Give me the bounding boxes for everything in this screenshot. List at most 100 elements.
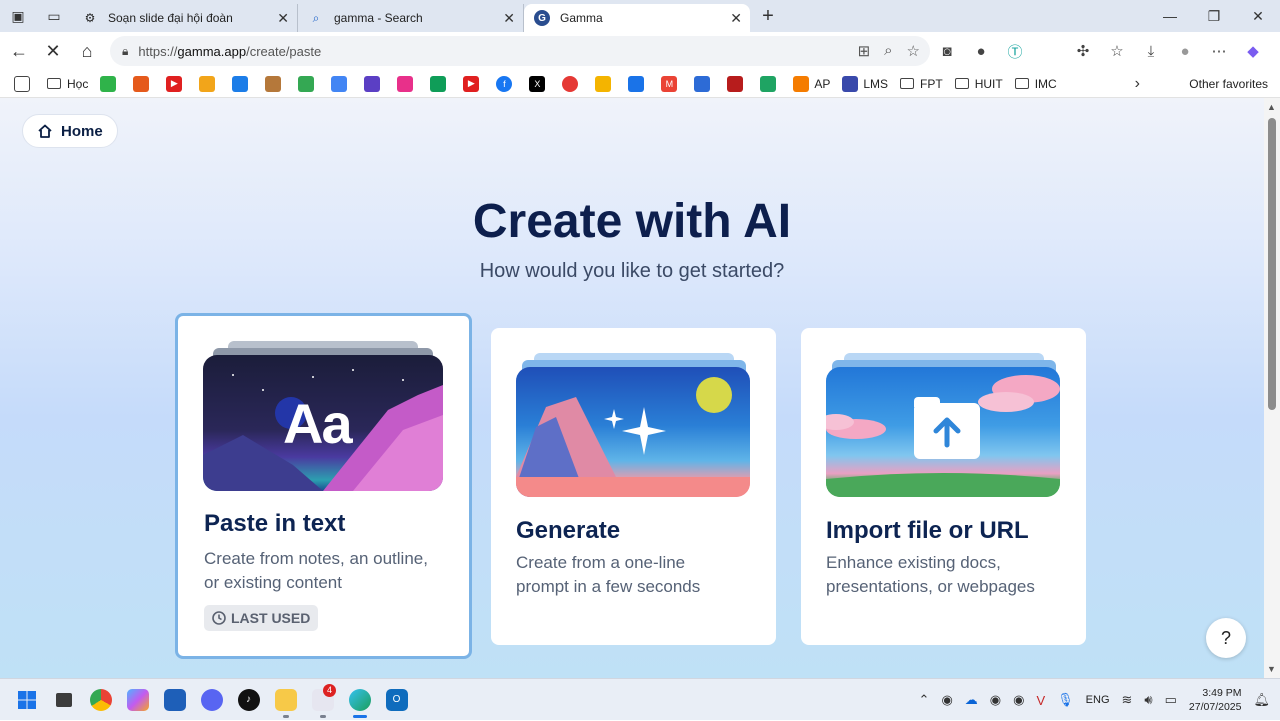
bookmark-youtube-2[interactable]: ▶ [463, 75, 484, 92]
bookmark-lms[interactable]: LMS [842, 75, 888, 92]
url-prefix: https:// [138, 43, 178, 59]
microphone-icon[interactable]: 🎙︎ [1057, 692, 1074, 708]
start-button[interactable] [8, 682, 45, 718]
bookmark-4[interactable] [265, 75, 286, 92]
back-icon[interactable]: ← [2, 34, 36, 68]
taskbar-zalo[interactable]: 4 [304, 682, 341, 718]
tab-label: gamma - Search [334, 11, 423, 25]
site-icon [694, 75, 711, 92]
help-button[interactable]: ? [1206, 618, 1246, 658]
app-available-icon[interactable]: ⊞ [858, 42, 871, 60]
taskbar-outlook[interactable]: O [378, 682, 415, 718]
bookmark-9[interactable] [595, 75, 616, 92]
chevron-up-icon[interactable]: ⌃ [919, 692, 930, 708]
card-generate[interactable]: Generate Create from a one-line prompt i… [491, 328, 776, 645]
more-icon[interactable]: ⋯ [1202, 42, 1236, 60]
bookmark-translate[interactable] [331, 75, 352, 92]
restore-icon[interactable]: ❐ [1192, 0, 1236, 32]
battery-icon[interactable]: ▭ [1165, 692, 1177, 708]
bookmark-imc[interactable]: IMC [1014, 77, 1057, 91]
bookmark-8[interactable] [562, 75, 583, 92]
tray-v-icon[interactable]: V [1036, 693, 1045, 708]
taskbar-edge[interactable] [341, 682, 378, 718]
bookmark-maps[interactable] [298, 75, 319, 92]
scrollbar-thumb[interactable] [1268, 118, 1276, 410]
tray-app-icon[interactable]: ◉ [990, 692, 1001, 708]
bookmark-huit[interactable]: HUIT [954, 77, 1003, 91]
facebook-icon: f [496, 75, 513, 92]
bookmark-facebook[interactable]: f [496, 75, 517, 92]
card-import-file[interactable]: Import file or URL Enhance existing docs… [801, 328, 1086, 645]
notifications-icon[interactable]: 🔔︎ [1253, 692, 1270, 708]
favorite-star-icon[interactable]: ☆ [907, 42, 920, 60]
close-window-icon[interactable]: ✕ [1236, 0, 1280, 32]
bookmark-3[interactable] [199, 75, 220, 92]
screenshot-icon[interactable]: ◙ [930, 43, 964, 60]
bookmark-x[interactable]: X [529, 75, 550, 92]
bookmark-hoc[interactable]: Học [47, 77, 88, 91]
wifi-icon[interactable]: ≋ [1122, 692, 1133, 708]
stop-icon[interactable]: ✕ [36, 34, 70, 68]
taskbar-explorer[interactable] [267, 682, 304, 718]
bookmark-calendar[interactable] [628, 75, 649, 92]
onedrive-icon[interactable]: ☁ [965, 692, 978, 708]
taskbar-store[interactable] [156, 682, 193, 718]
bookmark-youtube[interactable]: ▶ [166, 75, 187, 92]
bookmark-11[interactable] [727, 75, 748, 92]
tray-app-icon[interactable]: ◉ [1013, 692, 1024, 708]
card-paste-in-text[interactable]: Aa Paste in text Create from notes, an o… [175, 313, 472, 659]
taskbar-discord[interactable] [193, 682, 230, 718]
tab-gamma[interactable]: G Gamma ✕ [524, 4, 750, 32]
bookmark-1[interactable] [100, 75, 121, 92]
new-tab-button[interactable]: + [750, 5, 786, 28]
bookmark-fpt[interactable]: FPT [900, 77, 943, 91]
volume-icon[interactable]: 🔊︎ [1144, 692, 1152, 708]
scroll-down-icon[interactable]: ▼ [1267, 664, 1276, 674]
chatgpt-icon: ⚙ [84, 11, 96, 25]
card-title: Paste in text [204, 510, 346, 537]
bookmark-reading-list[interactable] [14, 75, 35, 92]
bookmark-drive[interactable] [760, 75, 781, 92]
bookmark-5[interactable] [364, 75, 385, 92]
other-favorites[interactable]: Other favorites [1189, 77, 1268, 91]
bookmark-10[interactable] [694, 75, 715, 92]
site-icon [199, 75, 216, 92]
home-icon[interactable]: ⌂ [70, 34, 104, 68]
taskbar-copilot[interactable] [119, 682, 156, 718]
home-icon [38, 124, 52, 138]
extensions-icon[interactable]: ✣ [1066, 42, 1100, 60]
scroll-up-icon[interactable]: ▲ [1267, 102, 1276, 112]
tray-app-icon[interactable]: ◉ [941, 692, 952, 708]
bookmark-7[interactable] [430, 75, 451, 92]
bookmark-ap[interactable]: AP [793, 75, 830, 92]
zoom-icon[interactable]: ⌕ [884, 42, 892, 60]
home-button[interactable]: Home [22, 114, 118, 148]
chevron-right-icon[interactable]: › [1135, 75, 1140, 93]
favorites-icon[interactable]: ☆ [1100, 42, 1134, 60]
close-icon[interactable]: ✕ [730, 10, 742, 27]
bookmark-zalo[interactable] [232, 75, 253, 92]
tab-soan-slide[interactable]: ⚙ Soạn slide đại hội đoàn ✕ [72, 4, 298, 32]
minimize-icon[interactable]: — [1148, 0, 1192, 32]
bookmark-gmail[interactable]: M [661, 75, 682, 92]
copilot-icon[interactable]: ◆ [1236, 42, 1270, 60]
taskbar-tiktok[interactable]: ♪ [230, 682, 267, 718]
close-icon[interactable]: ✕ [277, 10, 289, 27]
close-icon[interactable]: ✕ [503, 10, 515, 27]
extension-chat-icon[interactable]: ● [964, 43, 998, 60]
downloads-icon[interactable]: ⤓ [1134, 43, 1168, 60]
bookmark-6[interactable] [397, 75, 418, 92]
page-scrollbar[interactable]: ▲ ▼ [1264, 98, 1280, 678]
taskbar-chrome[interactable] [82, 682, 119, 718]
profile-avatar-icon[interactable]: ● [1168, 43, 1202, 60]
extension-t-icon[interactable]: Ⓣ [998, 41, 1032, 62]
clock[interactable]: 3:49 PM 27/07/2025 [1189, 686, 1242, 714]
address-bar[interactable]: 🔒︎ https://gamma.app/create/paste ⊞ ⌕ ☆ [110, 36, 930, 66]
tab-gamma-search[interactable]: ⌕ gamma - Search ✕ [298, 4, 524, 32]
tab-actions-icon[interactable]: ▭ [36, 0, 72, 32]
workspaces-icon[interactable]: ▣ [0, 0, 36, 32]
language-indicator[interactable]: ENG [1086, 694, 1110, 706]
bookmark-2[interactable] [133, 75, 154, 92]
nav-bar: ← ✕ ⌂ 🔒︎ https://gamma.app/create/paste … [0, 32, 1280, 70]
task-view-button[interactable] [45, 682, 82, 718]
